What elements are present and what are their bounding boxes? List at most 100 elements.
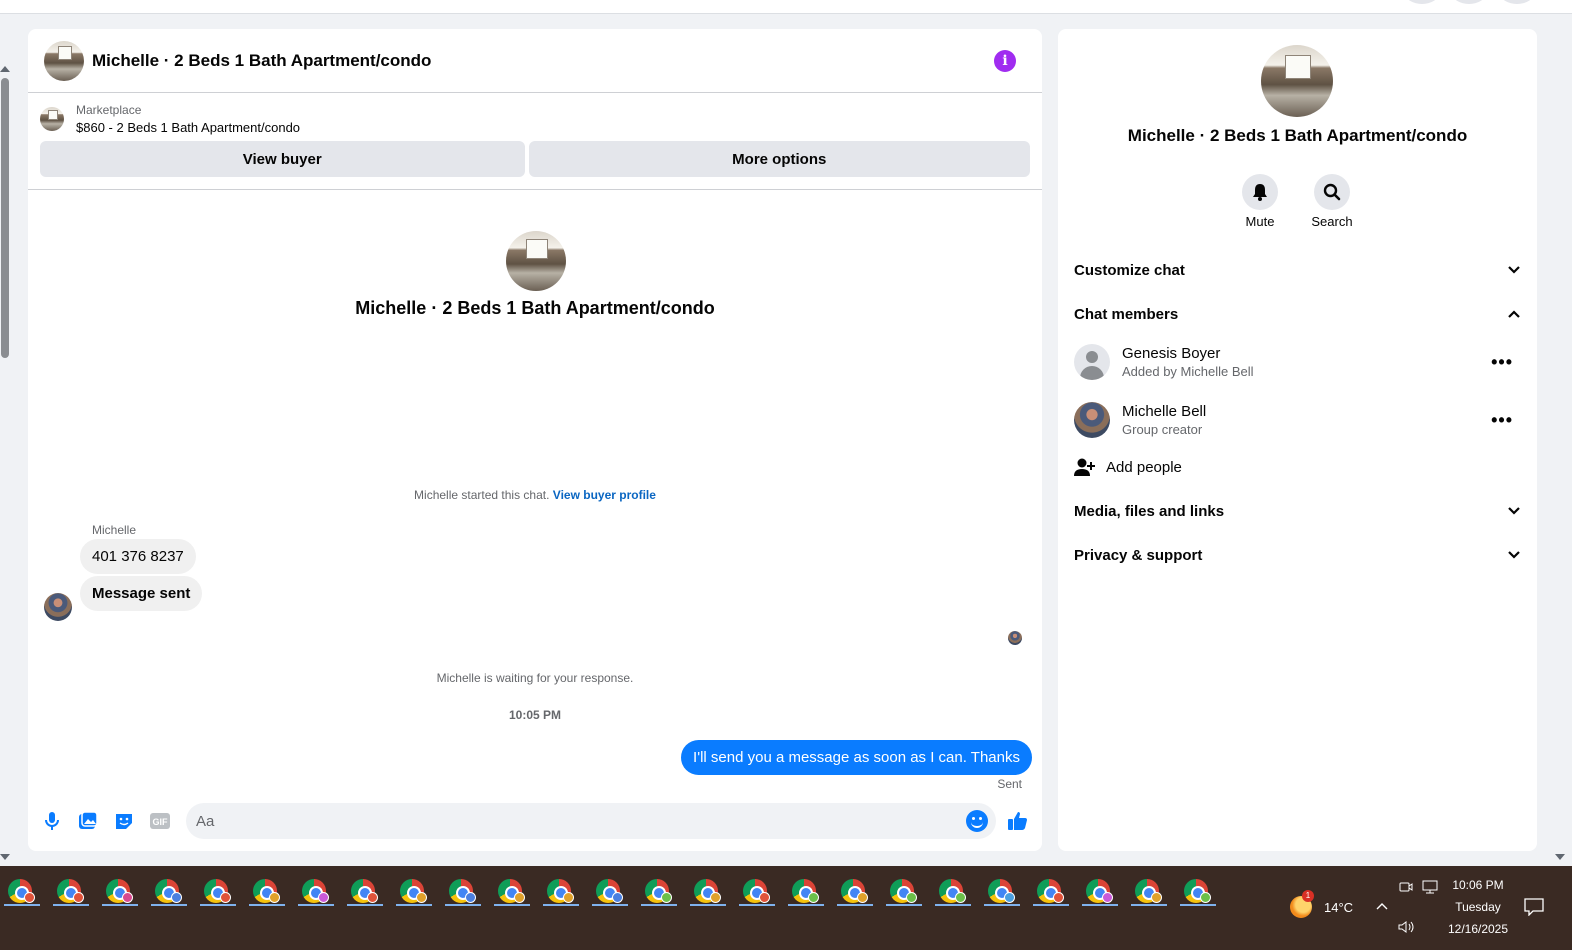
taskbar-chrome-app[interactable]: [147, 876, 187, 906]
sticker-icon[interactable]: [110, 807, 138, 835]
taskbar-chrome-app[interactable]: [1127, 876, 1167, 906]
taskbar-chrome-app[interactable]: [490, 876, 530, 906]
taskbar-chrome-app[interactable]: [343, 876, 383, 906]
taskbar-chrome-app[interactable]: [245, 876, 285, 906]
taskbar-chrome-app[interactable]: [1078, 876, 1118, 906]
taskbar-chrome-app[interactable]: [931, 876, 971, 906]
microphone-icon[interactable]: [38, 807, 66, 835]
taskbar-chrome-app[interactable]: [0, 876, 40, 906]
incoming-message[interactable]: Message sent: [80, 576, 203, 611]
top-toolbar-button[interactable]: [1452, 0, 1486, 4]
chat-members-section[interactable]: Chat members: [1074, 302, 1521, 326]
privacy-support-section[interactable]: Privacy & support: [1074, 543, 1521, 567]
search-action[interactable]: Search: [1302, 174, 1362, 229]
taskbar-chrome-app[interactable]: [1176, 876, 1216, 906]
member-row[interactable]: Genesis Boyer Added by Michelle Bell •••: [1074, 342, 1521, 382]
taskbar-chrome-app[interactable]: [735, 876, 775, 906]
taskbar-chrome-app[interactable]: [882, 876, 922, 906]
taskbar-chrome-app[interactable]: [980, 876, 1020, 906]
running-indicator: [1082, 904, 1118, 906]
more-options-icon[interactable]: •••: [1491, 410, 1513, 431]
top-toolbar-button[interactable]: [1405, 0, 1439, 4]
view-buyer-button[interactable]: View buyer: [40, 141, 525, 177]
clock-date[interactable]: 12/16/2025: [1440, 922, 1516, 936]
taskbar-chrome-app[interactable]: [196, 876, 236, 906]
profile-badge-icon: [24, 892, 35, 903]
notification-center-icon[interactable]: [1524, 898, 1544, 916]
mute-label: Mute: [1245, 214, 1275, 229]
listing-title[interactable]: $860 - 2 Beds 1 Bath Apartment/condo: [76, 120, 300, 135]
conversation-avatar: [1261, 45, 1333, 117]
add-people-button[interactable]: Add people: [1074, 457, 1182, 477]
running-indicator: [298, 904, 334, 906]
message-thread: Michelle · 2 Beds 1 Bath Apartment/condo…: [28, 190, 1042, 800]
profile-badge-icon: [906, 892, 917, 903]
emoji-icon[interactable]: [966, 810, 988, 832]
profile-badge-icon: [857, 892, 868, 903]
member-row[interactable]: Michelle Bell Group creator •••: [1074, 400, 1521, 440]
view-buyer-profile-link[interactable]: View buyer profile: [553, 488, 656, 502]
meet-now-icon[interactable]: [1399, 880, 1413, 894]
mute-action[interactable]: Mute: [1230, 174, 1290, 229]
running-indicator: [445, 904, 481, 906]
gif-icon[interactable]: GIF: [146, 807, 174, 835]
scroll-down-arrow-icon[interactable]: [0, 854, 10, 860]
taskbar-chrome-app[interactable]: [1029, 876, 1069, 906]
info-icon[interactable]: i: [994, 49, 1016, 72]
profile-badge-icon: [514, 892, 525, 903]
search-icon[interactable]: [1314, 174, 1350, 210]
taskbar-chrome-app[interactable]: [49, 876, 89, 906]
customize-chat-section[interactable]: Customize chat: [1074, 258, 1521, 282]
message-input[interactable]: [196, 812, 966, 830]
scrollbar-thumb[interactable]: [1, 78, 9, 358]
running-indicator: [347, 904, 383, 906]
member-avatar: [1074, 402, 1110, 438]
taskbar-chrome-app[interactable]: [784, 876, 824, 906]
running-indicator: [641, 904, 677, 906]
chevron-up-tray-icon[interactable]: [1376, 902, 1388, 910]
top-profile-avatar[interactable]: [1500, 0, 1534, 4]
member-subtitle: Group creator: [1122, 422, 1203, 437]
conversation-info-panel: Michelle · 2 Beds 1 Bath Apartment/condo…: [1058, 29, 1537, 851]
profile-badge-icon: [661, 892, 672, 903]
media-files-section[interactable]: Media, files and links: [1074, 499, 1521, 523]
listing-avatar[interactable]: [44, 40, 84, 81]
taskbar-chrome-app[interactable]: [833, 876, 873, 906]
weather-widget[interactable]: 1 14°C: [1290, 890, 1353, 918]
taskbar-chrome-app[interactable]: [392, 876, 432, 906]
more-options-icon[interactable]: •••: [1491, 352, 1513, 373]
profile-badge-icon: [612, 892, 623, 903]
network-icon[interactable]: [1422, 880, 1438, 894]
taskbar-chrome-app[interactable]: [98, 876, 138, 906]
taskbar-chrome-app[interactable]: [441, 876, 481, 906]
photo-icon[interactable]: [74, 807, 102, 835]
profile-badge-icon: [1053, 892, 1064, 903]
thumbs-up-icon[interactable]: [1004, 807, 1032, 835]
member-name: Genesis Boyer: [1122, 345, 1221, 362]
add-people-label: Add people: [1106, 458, 1182, 476]
left-scrollbar[interactable]: [0, 62, 12, 862]
clock-time[interactable]: 10:06 PM: [1440, 878, 1516, 892]
sender-avatar[interactable]: [44, 593, 72, 621]
scroll-up-arrow-icon[interactable]: [0, 66, 10, 72]
profile-badge-icon: [759, 892, 770, 903]
chat-title[interactable]: Michelle · 2 Beds 1 Bath Apartment/condo: [92, 51, 431, 71]
clock-day[interactable]: Tuesday: [1440, 900, 1516, 914]
marketplace-listing-card: Marketplace $860 - 2 Beds 1 Bath Apartme…: [28, 93, 1042, 190]
taskbar-chrome-app[interactable]: [686, 876, 726, 906]
taskbar-chrome-app[interactable]: [539, 876, 579, 906]
taskbar-chrome-app[interactable]: [588, 876, 628, 906]
add-person-icon: [1074, 458, 1095, 476]
running-indicator: [151, 904, 187, 906]
marketplace-label: Marketplace: [76, 103, 142, 117]
profile-badge-icon: [269, 892, 280, 903]
taskbar-chrome-app[interactable]: [637, 876, 677, 906]
outgoing-message[interactable]: I'll send you a message as soon as I can…: [681, 740, 1032, 775]
chevron-up-icon: [1508, 310, 1520, 318]
bell-icon[interactable]: [1242, 174, 1278, 210]
more-options-button[interactable]: More options: [528, 141, 1030, 177]
volume-icon[interactable]: [1398, 920, 1416, 934]
right-scroll-down-arrow-icon[interactable]: [1555, 854, 1565, 860]
taskbar-chrome-app[interactable]: [294, 876, 334, 906]
incoming-message[interactable]: 401 376 8237: [80, 539, 196, 574]
